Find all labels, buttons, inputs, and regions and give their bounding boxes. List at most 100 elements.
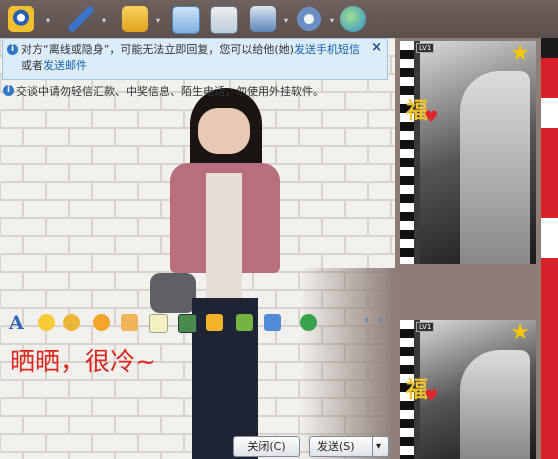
nudge-icon[interactable] [121,314,138,331]
music-icon[interactable] [206,314,223,331]
wink-icon[interactable] [93,314,110,331]
video-call-button[interactable]: ▾ [8,4,58,34]
chevron-down-icon[interactable]: ▾ [330,16,334,25]
wall-brick [92,398,138,416]
film-strip [400,41,414,264]
window-edge-decoration [541,38,558,459]
add-app-button[interactable] [210,4,240,34]
payment-icon[interactable] [300,314,317,331]
font-icon[interactable]: A [9,312,24,334]
wall-brick [92,182,138,200]
wall-brick [69,236,115,254]
voice-call-button[interactable]: ▾ [68,4,114,34]
wall-brick [368,146,395,164]
send-file-button[interactable]: ▾ [122,4,168,34]
level-badge: LV1 [416,322,435,332]
chat-background-photo [150,78,300,459]
wall-brick [299,164,345,182]
wall-brick [46,218,92,236]
chevron-down-icon[interactable]: ▾ [284,16,288,25]
wall-brick [46,254,92,272]
wall-brick [46,182,92,200]
wall-brick [69,452,115,459]
send-file-icon [122,6,148,32]
chevron-down-icon[interactable]: ▾ [46,16,50,25]
wall-brick [92,254,138,272]
image-icon[interactable] [178,314,197,333]
close-button[interactable]: 关闭(C) [233,436,300,457]
send-options-chevron-icon[interactable]: ▾ [376,437,381,456]
wall-brick [345,164,391,182]
own-show-avatar[interactable]: LV1 ★ 福 ♥ [400,320,536,459]
background-fade [300,268,395,459]
settings-button[interactable]: ▾ [296,4,342,34]
wall-brick [46,434,92,452]
wall-brick [368,182,395,200]
notice-text-before: 对方“离线或隐身”，可能无法立即回复，您可以给他(她) [21,43,294,56]
heart-icon: ♥ [424,107,439,126]
wall-brick [345,236,391,254]
wall-brick [69,272,115,290]
wall-brick [0,164,23,182]
wall-brick [92,110,138,128]
emoji-icon[interactable] [38,314,55,331]
offline-notice: i 对方“离线或隐身”，可能无法立即回复，您可以给他(她)发送手机短信或者发送邮… [2,38,388,80]
scroll-right-icon[interactable]: › [378,313,383,328]
screenshot-icon[interactable] [264,314,281,331]
wall-brick [345,128,391,146]
wall-brick [69,164,115,182]
video-call-icon [8,6,34,32]
format-toolbar: A ▾ ▾ ‹ › [0,309,395,337]
wall-brick [23,272,69,290]
send-sms-link[interactable]: 发送手机短信 [294,43,360,56]
wall-brick [322,146,368,164]
wall-brick [0,416,23,434]
magic-emoji-icon[interactable] [63,314,80,331]
chevron-down-icon[interactable]: ▾ [319,317,323,326]
wall-brick [69,380,115,398]
chevron-down-icon[interactable]: ▾ [156,16,160,25]
add-app-icon [210,6,238,34]
wall-brick [368,218,395,236]
wall-brick [0,434,46,452]
gift-icon[interactable] [236,314,253,331]
wall-brick [0,236,23,254]
sms-button[interactable] [172,4,202,34]
remote-assist-button[interactable]: ▾ [250,4,298,34]
chevron-down-icon[interactable]: ▾ [102,16,106,25]
main-toolbar: ▾ ▾ ▾ ▾ ▾ [0,0,558,38]
wall-brick [92,218,138,236]
message-input[interactable]: 晒晒，很冷~ [10,342,156,378]
wall-brick [0,254,46,272]
wall-brick [92,146,138,164]
wall-brick [299,200,345,218]
wall-brick [322,182,368,200]
wall-brick [69,200,115,218]
wall-brick [46,146,92,164]
contact-show-avatar[interactable]: LV1 ★ 福 ♥ [400,41,536,264]
wall-brick [23,380,69,398]
info-icon: i [3,85,14,96]
close-notice-icon[interactable]: × [371,40,382,55]
wall-brick [299,236,345,254]
info-icon: i [7,44,18,55]
wall-brick [92,434,138,452]
sms-icon [172,6,200,34]
wall-brick [23,236,69,254]
chevron-down-icon[interactable]: ▾ [283,317,287,326]
send-email-link[interactable]: 发送邮件 [43,59,87,72]
security-warning-text: 交谈中请勿轻信汇款、中奖信息、陌生电话，勿使用外挂软件。 [16,85,324,98]
wall-brick [92,290,138,308]
wall-brick [0,110,46,128]
wall-brick [69,416,115,434]
wall-brick [0,218,46,236]
send-button-label: 发送(S) [317,440,355,453]
wall-brick [345,200,391,218]
send-button[interactable]: 发送(S) ▾ [309,436,389,457]
browser-button[interactable] [340,4,370,34]
browser-icon [340,6,366,32]
doodle-icon[interactable] [149,314,168,333]
scroll-left-icon[interactable]: ‹ [364,313,369,328]
chat-history-area[interactable]: i 对方“离线或隐身”，可能无法立即回复，您可以给他(她)发送手机短信或者发送邮… [0,38,395,459]
wall-brick [46,290,92,308]
